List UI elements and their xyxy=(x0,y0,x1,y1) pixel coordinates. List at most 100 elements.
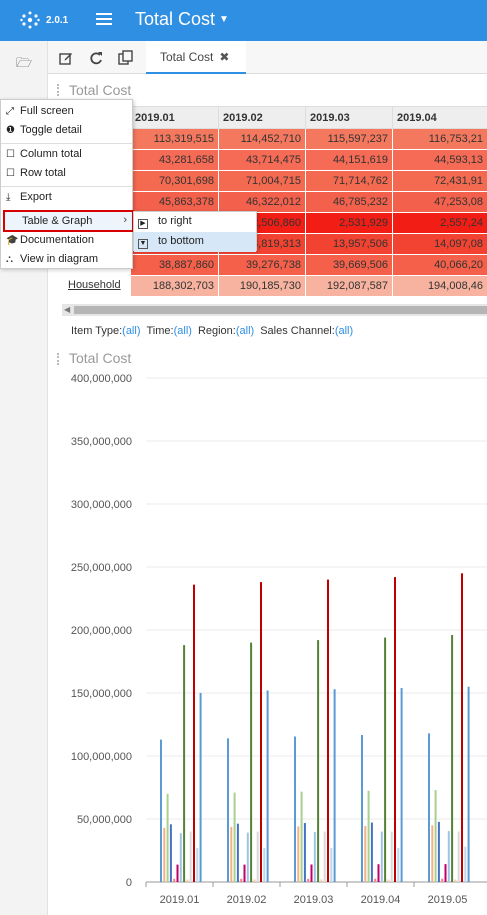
submenu-item-to-right[interactable]: ▶ to right xyxy=(134,212,256,232)
table-cell[interactable]: 44,151,619 xyxy=(305,149,393,171)
bar[interactable] xyxy=(464,846,467,882)
table-cell[interactable]: 44,593,13 xyxy=(392,149,487,171)
bar[interactable] xyxy=(428,733,430,882)
bar[interactable] xyxy=(387,879,390,882)
bar[interactable] xyxy=(380,831,383,882)
menu-icon[interactable] xyxy=(96,10,112,28)
bar[interactable] xyxy=(186,879,189,882)
table-cell[interactable]: 38,887,860 xyxy=(130,254,219,276)
bar[interactable] xyxy=(441,878,444,882)
table-cell[interactable]: 43,714,475 xyxy=(218,149,306,171)
bar[interactable] xyxy=(294,736,296,882)
table-cell[interactable]: 13,957,506 xyxy=(305,233,393,255)
bar[interactable] xyxy=(236,823,239,882)
bar[interactable] xyxy=(230,826,233,882)
bar[interactable] xyxy=(193,584,195,882)
table-cell[interactable]: 116,753,21 xyxy=(392,128,487,150)
table-cell[interactable]: 71,714,762 xyxy=(305,170,393,192)
page-title[interactable]: Total Cost ▼ xyxy=(135,9,229,30)
bar[interactable] xyxy=(173,878,176,882)
bar[interactable] xyxy=(163,827,166,882)
bar[interactable] xyxy=(189,831,192,882)
menu-item-table-graph[interactable]: Table & Graph › xyxy=(3,210,134,232)
scrollbar-thumb[interactable] xyxy=(74,306,487,314)
bar[interactable] xyxy=(361,734,363,882)
filter-value-link[interactable]: (all) xyxy=(236,325,254,337)
bar[interactable] xyxy=(300,791,303,882)
bar[interactable] xyxy=(179,833,182,882)
bar[interactable] xyxy=(169,824,172,882)
row-label[interactable]: Household xyxy=(68,279,121,291)
bar[interactable] xyxy=(434,790,437,882)
table-cell[interactable]: 114,452,710 xyxy=(218,128,306,150)
bar[interactable] xyxy=(166,793,169,882)
column-header[interactable]: 2019.03 xyxy=(305,106,393,129)
bar[interactable] xyxy=(260,582,262,882)
horizontal-scrollbar[interactable]: ◀ xyxy=(62,304,487,316)
checkbox-icon[interactable]: ☐ xyxy=(6,168,17,179)
column-header[interactable]: 2019.02 xyxy=(218,106,306,129)
bar[interactable] xyxy=(310,864,313,882)
bar[interactable] xyxy=(364,825,367,882)
bar[interactable] xyxy=(250,642,253,882)
bar[interactable] xyxy=(447,831,450,882)
filter-value-link[interactable]: (all) xyxy=(335,325,353,337)
table-cell[interactable]: 2,531,929 xyxy=(305,212,393,234)
bar[interactable] xyxy=(370,822,373,882)
edit-icon[interactable] xyxy=(59,51,73,65)
bar[interactable] xyxy=(431,825,434,882)
bar[interactable] xyxy=(317,640,320,882)
bar[interactable] xyxy=(199,693,202,882)
table-cell[interactable]: 40,066,20 xyxy=(392,254,487,276)
drag-handle[interactable] xyxy=(57,353,61,365)
refresh-icon[interactable] xyxy=(89,51,103,65)
checkbox-icon[interactable]: ☐ xyxy=(6,149,17,160)
bar[interactable] xyxy=(183,645,186,882)
table-cell[interactable]: 70,301,698 xyxy=(130,170,219,192)
bar[interactable] xyxy=(297,826,300,882)
bar[interactable] xyxy=(266,690,269,882)
bar[interactable] xyxy=(400,687,403,882)
menu-item-full-screen[interactable]: ⤢ Full screen xyxy=(6,105,74,117)
drag-handle[interactable] xyxy=(57,84,61,96)
table-cell[interactable]: 14,097,08 xyxy=(392,233,487,255)
menu-item-toggle-detail[interactable]: ❶ Toggle detail xyxy=(6,124,82,136)
menu-item-view-in-diagram[interactable]: ⛬ View in diagram xyxy=(6,253,98,265)
bar[interactable] xyxy=(461,573,463,882)
menu-item-column-total[interactable]: ☐ Column total xyxy=(6,148,82,160)
scroll-left-icon[interactable]: ◀ xyxy=(64,305,70,314)
bar[interactable] xyxy=(246,832,249,882)
bar[interactable] xyxy=(303,823,306,882)
bar[interactable] xyxy=(160,739,162,882)
table-cell[interactable]: 115,597,237 xyxy=(305,128,393,150)
table-cell[interactable]: 39,669,506 xyxy=(305,254,393,276)
bar[interactable] xyxy=(253,879,256,882)
bar[interactable] xyxy=(367,790,370,882)
bar[interactable] xyxy=(333,689,336,882)
bar[interactable] xyxy=(307,878,310,882)
bar[interactable] xyxy=(263,847,266,882)
table-cell[interactable]: 190,185,730 xyxy=(218,275,306,297)
table-cell[interactable]: 45,863,378 xyxy=(130,191,219,213)
bar[interactable] xyxy=(457,831,460,882)
close-icon[interactable]: ✖ xyxy=(219,50,229,64)
bar[interactable] xyxy=(240,878,243,882)
bar[interactable] xyxy=(330,847,333,882)
bar[interactable] xyxy=(397,847,400,882)
table-cell[interactable]: 46,785,232 xyxy=(305,191,393,213)
bar[interactable] xyxy=(313,832,316,882)
menu-item-export[interactable]: ⤓ Export xyxy=(6,191,52,203)
bar[interactable] xyxy=(243,864,246,882)
bar[interactable] xyxy=(377,864,380,882)
bar[interactable] xyxy=(320,879,323,882)
bar[interactable] xyxy=(374,878,377,882)
bar[interactable] xyxy=(196,847,199,882)
bar[interactable] xyxy=(384,637,387,882)
bar[interactable] xyxy=(233,792,236,882)
table-cell[interactable]: 43,281,658 xyxy=(130,149,219,171)
tab-total-cost[interactable]: Total Cost ✖ xyxy=(146,41,246,74)
table-cell[interactable]: 113,319,515 xyxy=(130,128,219,150)
table-cell[interactable]: 39,276,738 xyxy=(218,254,306,276)
bar[interactable] xyxy=(323,831,326,882)
filter-value-link[interactable]: (all) xyxy=(174,325,192,337)
